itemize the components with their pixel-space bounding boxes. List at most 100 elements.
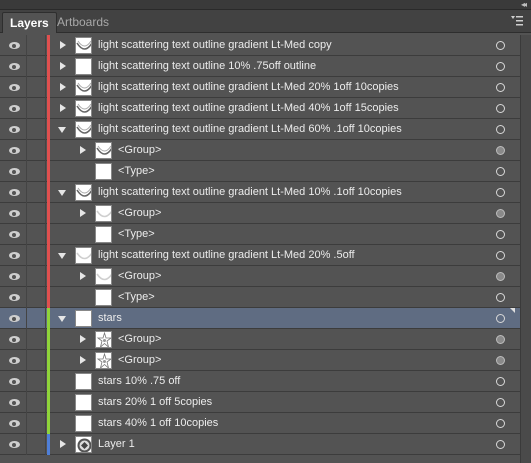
target-circle-icon[interactable]	[496, 167, 505, 176]
layer-name[interactable]: <Type>	[118, 161, 155, 182]
lock-toggle[interactable]	[28, 350, 46, 371]
layer-name[interactable]: stars 10% .75 off	[98, 371, 180, 392]
sublayer-row[interactable]: <Group>	[0, 350, 520, 371]
target-circle-icon[interactable]	[496, 419, 505, 428]
expand-arrow-icon[interactable]	[80, 335, 86, 343]
lock-toggle[interactable]	[28, 182, 46, 203]
lock-toggle[interactable]	[28, 245, 46, 266]
visibility-toggle[interactable]	[0, 77, 27, 98]
panel-menu-icon[interactable]	[511, 16, 523, 26]
layer-name[interactable]: light scattering text outline gradient L…	[98, 35, 332, 56]
visibility-toggle[interactable]	[0, 434, 27, 455]
layer-row[interactable]: light scattering text outline gradient L…	[0, 182, 520, 203]
layer-name[interactable]: <Group>	[118, 350, 161, 371]
layer-name[interactable]: light scattering text outline gradient L…	[98, 77, 399, 98]
layer-name[interactable]: <Group>	[118, 329, 161, 350]
target-circle-icon[interactable]	[496, 398, 505, 407]
layer-name[interactable]: stars 20% 1 off 5copies	[98, 392, 212, 413]
visibility-toggle[interactable]	[0, 98, 27, 119]
layer-row[interactable]: light scattering text outline gradient L…	[0, 119, 520, 140]
visibility-toggle[interactable]	[0, 266, 27, 287]
layer-name[interactable]: <Group>	[118, 203, 161, 224]
layer-name[interactable]: <Group>	[118, 266, 161, 287]
expand-arrow-icon[interactable]	[60, 83, 66, 91]
visibility-toggle[interactable]	[0, 182, 27, 203]
layer-name[interactable]: Layer 1	[98, 434, 135, 455]
visibility-toggle[interactable]	[0, 308, 27, 329]
lock-toggle[interactable]	[28, 413, 46, 434]
collapse-arrow-icon[interactable]	[58, 316, 66, 322]
layer-row[interactable]: stars	[0, 308, 520, 329]
layer-row[interactable]: stars 20% 1 off 5copies	[0, 392, 520, 413]
target-circle-icon[interactable]	[496, 146, 505, 155]
tab-layers[interactable]: Layers	[2, 12, 57, 33]
target-circle-icon[interactable]	[496, 377, 505, 386]
target-circle-icon[interactable]	[496, 335, 505, 344]
layer-row[interactable]: light scattering text outline gradient L…	[0, 77, 520, 98]
expand-arrow-icon[interactable]	[80, 146, 86, 154]
expand-arrow-icon[interactable]	[60, 62, 66, 70]
lock-toggle[interactable]	[28, 392, 46, 413]
layer-name[interactable]: <Group>	[118, 140, 161, 161]
visibility-toggle[interactable]	[0, 371, 27, 392]
layer-row[interactable]: stars 10% .75 off	[0, 371, 520, 392]
layer-row[interactable]: stars 40% 1 off 10copies	[0, 413, 520, 434]
sublayer-row[interactable]: <Type>	[0, 224, 520, 245]
target-circle-icon[interactable]	[496, 41, 505, 50]
target-circle-icon[interactable]	[496, 356, 505, 365]
visibility-toggle[interactable]	[0, 287, 27, 308]
lock-toggle[interactable]	[28, 140, 46, 161]
visibility-toggle[interactable]	[0, 245, 27, 266]
lock-toggle[interactable]	[28, 371, 46, 392]
layer-name[interactable]: light scattering text outline 10% .75off…	[98, 56, 316, 77]
lock-toggle[interactable]	[28, 77, 46, 98]
layer-name[interactable]: light scattering text outline gradient L…	[98, 245, 355, 266]
layer-name[interactable]: light scattering text outline gradient L…	[98, 182, 402, 203]
collapse-arrow-icon[interactable]	[58, 127, 66, 133]
layer-row[interactable]: light scattering text outline 10% .75off…	[0, 56, 520, 77]
target-circle-icon[interactable]	[496, 251, 505, 260]
lock-toggle[interactable]	[28, 56, 46, 77]
target-circle-icon[interactable]	[496, 314, 505, 323]
expand-arrow-icon[interactable]	[80, 272, 86, 280]
layer-name[interactable]: stars	[98, 308, 122, 329]
expand-arrow-icon[interactable]	[80, 209, 86, 217]
selection-indicator-icon[interactable]	[510, 308, 515, 313]
lock-toggle[interactable]	[28, 329, 46, 350]
expand-arrow-icon[interactable]	[60, 440, 66, 448]
layer-name[interactable]: <Type>	[118, 224, 155, 245]
expand-arrow-icon[interactable]	[80, 356, 86, 364]
visibility-toggle[interactable]	[0, 392, 27, 413]
collapse-arrow-icon[interactable]	[58, 190, 66, 196]
layer-row[interactable]: light scattering text outline gradient L…	[0, 245, 520, 266]
visibility-toggle[interactable]	[0, 224, 27, 245]
target-circle-icon[interactable]	[496, 272, 505, 281]
lock-toggle[interactable]	[28, 434, 46, 455]
collapse-panel-icon[interactable]: ◂◂	[521, 0, 527, 9]
visibility-toggle[interactable]	[0, 329, 27, 350]
layer-row[interactable]: light scattering text outline gradient L…	[0, 35, 520, 56]
lock-toggle[interactable]	[28, 266, 46, 287]
visibility-toggle[interactable]	[0, 161, 27, 182]
layers-scrollbar[interactable]	[520, 35, 531, 463]
expand-arrow-icon[interactable]	[60, 104, 66, 112]
visibility-toggle[interactable]	[0, 203, 27, 224]
visibility-toggle[interactable]	[0, 35, 27, 56]
visibility-toggle[interactable]	[0, 119, 27, 140]
target-circle-icon[interactable]	[496, 209, 505, 218]
sublayer-row[interactable]: <Type>	[0, 161, 520, 182]
lock-toggle[interactable]	[28, 287, 46, 308]
lock-toggle[interactable]	[28, 35, 46, 56]
visibility-toggle[interactable]	[0, 413, 27, 434]
layer-name[interactable]: stars 40% 1 off 10copies	[98, 413, 218, 434]
layer-name[interactable]: light scattering text outline gradient L…	[98, 98, 399, 119]
expand-arrow-icon[interactable]	[60, 41, 66, 49]
visibility-toggle[interactable]	[0, 140, 27, 161]
sublayer-row[interactable]: <Group>	[0, 266, 520, 287]
visibility-toggle[interactable]	[0, 56, 27, 77]
sublayer-row[interactable]: <Type>	[0, 287, 520, 308]
layer-name[interactable]: light scattering text outline gradient L…	[98, 119, 402, 140]
lock-toggle[interactable]	[28, 161, 46, 182]
lock-toggle[interactable]	[28, 224, 46, 245]
lock-toggle[interactable]	[28, 308, 46, 329]
